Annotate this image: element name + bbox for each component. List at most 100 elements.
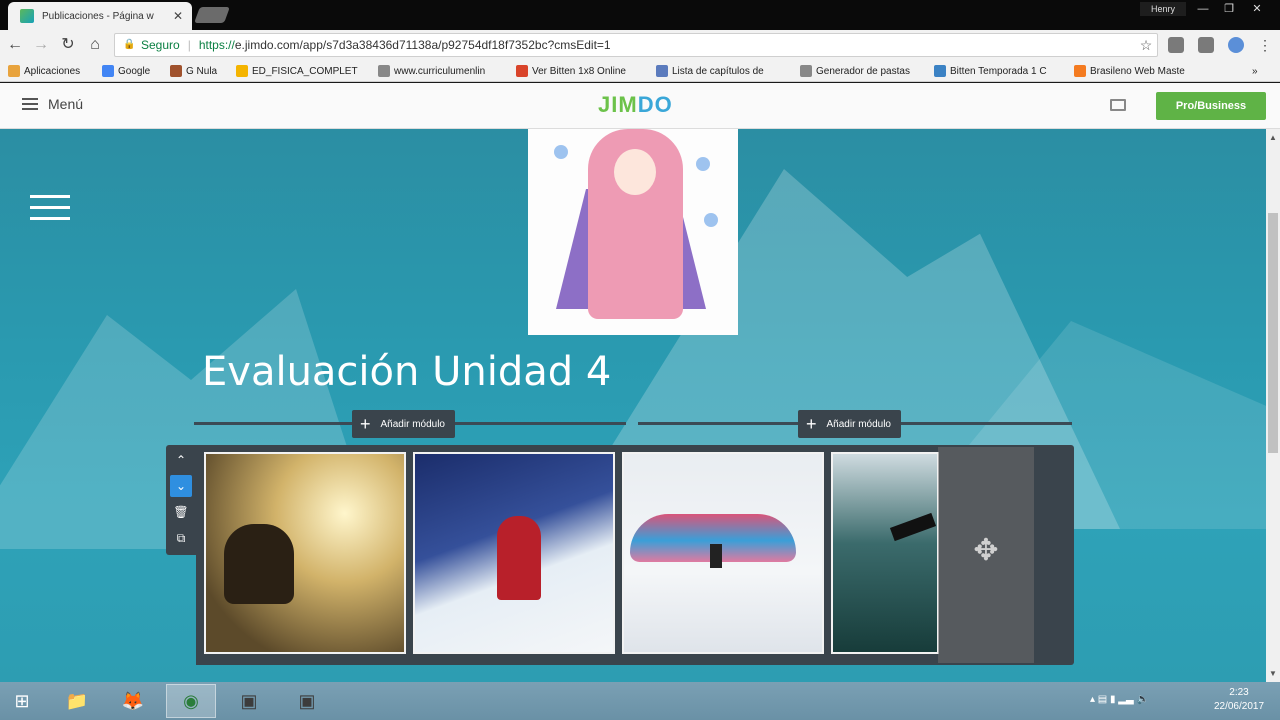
taskbar-clock[interactable]: 2:23 22/06/2017 [1206,686,1272,714]
bookmark-item[interactable]: Brasileno Web Maste [1074,63,1185,79]
page-scrollbar[interactable]: ▲ ▼ [1266,129,1280,682]
module-controls: ⌃ ⌄ 🗑 ⧉ [166,445,196,555]
reload-icon[interactable]: ↻ [57,34,79,56]
move-arrows-icon[interactable]: ✥ [970,535,1002,567]
lock-icon: 🔒 [123,39,136,50]
home-icon[interactable]: ⌂ [84,34,106,56]
bookmark-item[interactable]: Lista de capítulos de [656,63,764,79]
surfer-figure [889,512,937,542]
add-module-button-right[interactable]: + Añadir módulo [798,410,901,438]
windows-taskbar: ⊞ 📁 🦊 ◉ ▣ ▣ ▴ ▤ ▮ ▂▃ 🔈 2:23 22/06/2017 [0,682,1280,720]
maximize-button[interactable]: ❐ [1216,0,1242,18]
bookmark-favicon-icon [1074,65,1086,77]
bookmark-favicon-icon [934,65,946,77]
bookmark-favicon-icon [236,65,248,77]
bookmark-star-icon[interactable]: ☆ [1135,37,1157,54]
file-explorer-icon[interactable]: 📁 [52,684,102,718]
clock-date: 22/06/2017 [1213,701,1265,712]
bookmark-item[interactable]: Google [102,63,150,79]
drag-handle-overlay[interactable]: ✥ [938,447,1034,663]
new-tab-button[interactable] [194,7,230,23]
browser-titlebar: Publicaciones - Página w ✕ Henry — ❐ ✕ [0,0,1280,30]
bookmarks-bar: Aplicaciones Google G Nula ED_FISICA_COMPLE… [0,60,1280,82]
delete-icon[interactable]: 🗑 [170,501,192,523]
move-up-icon[interactable]: ⌃ [170,449,192,471]
firefox-icon[interactable]: 🦊 [108,684,158,718]
scroll-up-icon[interactable]: ▲ [1269,133,1277,142]
app-icon[interactable]: ▣ [282,684,332,718]
bookmark-item[interactable]: Generador de pastas [800,63,910,79]
close-window-button[interactable]: ✕ [1244,0,1270,18]
address-separator: | [187,38,191,52]
profile-name[interactable]: Henry [1140,2,1186,16]
bookmark-item[interactable]: Aplicaciones [8,63,80,79]
scroll-thumb[interactable] [1268,213,1278,453]
bookmark-label: ED_FISICA_COMPLET [252,65,358,77]
jimdo-admin-bar: Menú JIMDO Pro/Business [0,83,1280,129]
paw-print-decoration [696,157,710,171]
bookmark-label: Generador de pastas [816,65,910,77]
bookmark-item[interactable]: G Nula [170,63,217,79]
extension-icon[interactable] [1198,37,1214,53]
url-path: e.jimdo.com/app/s7d3a38436d71138a/p92754… [234,38,611,52]
photo-gallery-module[interactable]: ✥ [196,445,1074,665]
add-module-button-left[interactable]: + Añadir módulo [352,410,455,438]
jimdo-menu-button[interactable]: Menú [22,96,83,112]
app-icon[interactable]: ▣ [224,684,274,718]
bookmark-favicon-icon [378,65,390,77]
character-face [614,149,656,195]
jimdo-logo[interactable]: JIMDO [598,92,673,118]
bookmark-favicon-icon [170,65,182,77]
page-canvas: Evaluación Unidad 4 + Añadir módulo + Añ… [0,129,1266,682]
hamburger-icon [22,98,38,110]
paraglider-figure [710,544,722,568]
bookmark-item[interactable]: Bitten Temporada 1 C [934,63,1047,79]
kitesurfer-figure [224,524,294,604]
system-tray-icons[interactable]: ▴ ▤ ▮ ▂▃ 🔈 [1090,694,1149,705]
paw-print-decoration [704,213,718,227]
bookmark-label: Google [118,65,151,77]
bookmark-label: Bitten Temporada 1 C [950,65,1047,77]
jimdo-favicon-icon [20,9,34,23]
address-bar[interactable]: 🔒 Seguro | https://e.jimdo.com/app/s7d3a… [114,33,1158,57]
scroll-down-icon[interactable]: ▼ [1269,669,1277,678]
kitesurfing-photo[interactable] [204,452,406,654]
surfer-photo[interactable] [831,452,939,654]
browser-toolbar: ← → ↻ ⌂ 🔒 Seguro | https://e.jimdo.com/a… [0,30,1280,60]
tab-close-icon[interactable]: ✕ [170,9,186,23]
bookmark-item[interactable]: ED_FISICA_COMPLET [236,63,358,79]
extension-icon[interactable] [1228,37,1244,53]
bookmark-item[interactable]: Ver Bitten 1x8 Online [516,63,626,79]
bookmark-favicon-icon [656,65,668,77]
move-down-icon[interactable]: ⌄ [170,475,192,497]
bookmark-favicon-icon [800,65,812,77]
snow-hiker-photo[interactable] [413,452,615,654]
forward-icon[interactable]: → [30,34,52,56]
bookmark-label: Lista de capítulos de [672,65,764,77]
bookmark-item[interactable]: www.curriculumenlin [378,63,485,79]
paraglider-photo[interactable] [622,452,824,654]
chrome-icon[interactable]: ◉ [166,684,216,718]
minimize-button[interactable]: — [1190,0,1216,18]
plus-icon: + [360,414,371,434]
bookmark-favicon-icon [8,65,20,77]
back-icon[interactable]: ← [4,34,26,56]
menu-label: Menú [48,96,84,112]
site-nav-hamburger-icon[interactable] [30,195,70,221]
page-title[interactable]: Evaluación Unidad 4 [202,349,611,395]
url-scheme: https:// [198,38,235,52]
browser-tab-active[interactable]: Publicaciones - Página w ✕ [8,2,192,30]
duplicate-icon[interactable]: ⧉ [170,527,192,549]
browser-menu-icon[interactable]: ⋮ [1254,34,1276,56]
clock-time: 2:23 [1229,687,1249,698]
url-text[interactable]: https://e.jimdo.com/app/s7d3a38436d71138… [199,38,1135,52]
anime-girl-header-image[interactable] [528,129,738,335]
bookmarks-overflow-icon[interactable]: » [1252,63,1258,79]
preview-monitor-icon[interactable] [1110,99,1126,111]
windows-start-icon[interactable]: ⊞ [0,684,44,718]
extension-icon[interactable] [1168,37,1184,53]
bookmark-favicon-icon [516,65,528,77]
add-module-label: Añadir módulo [826,418,891,430]
add-module-label: Añadir módulo [380,418,445,430]
pro-business-button[interactable]: Pro/Business [1156,92,1266,120]
